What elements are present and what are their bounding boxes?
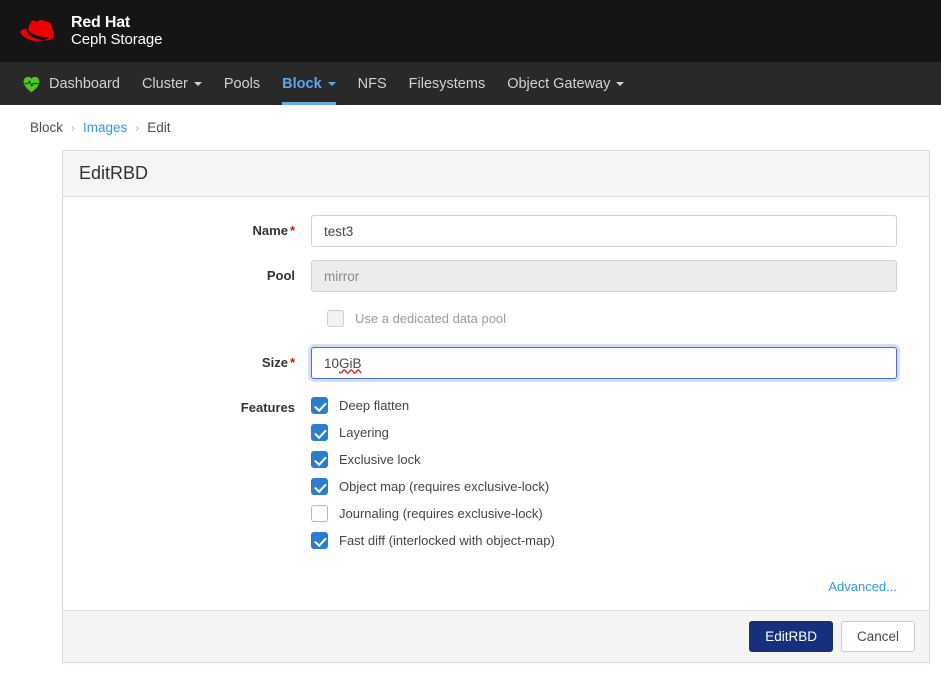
feature-row-exclusive-lock[interactable]: Exclusive lock (311, 446, 897, 473)
label-size: Size * (63, 347, 311, 370)
nav-item-cluster[interactable]: Cluster (131, 62, 213, 105)
card-header: EditRBD (63, 151, 929, 197)
edit-rbd-card: EditRBD Name* Pool Use a dedicated data … (62, 150, 930, 663)
nav-item-block[interactable]: Block (271, 62, 347, 105)
advanced-link-wrap: Advanced... (63, 567, 929, 598)
feature-label-journaling: Journaling (requires exclusive-lock) (339, 506, 543, 521)
pool-input (311, 260, 897, 292)
required-asterisk: * (289, 223, 295, 238)
form-row-name: Name * (63, 215, 929, 247)
nav-label-filesystems: Filesystems (408, 75, 486, 92)
primary-navigation: Dashboard Cluster Pools Block NFS Filesy… (0, 62, 941, 105)
form-row-pool: Pool (63, 260, 929, 292)
dedicated-data-pool-checkbox (327, 310, 344, 327)
feature-row-deep-flatten[interactable]: Deep flatten (311, 392, 897, 419)
feature-label-deep-flatten: Deep flatten (339, 398, 410, 413)
breadcrumb-item-block: Block (30, 120, 64, 135)
ceph-heartbeat-icon (22, 75, 41, 93)
feature-checkbox-layering (311, 424, 328, 441)
feature-label-fast-diff: Fast diff (interlocked with object-map) (339, 533, 555, 548)
feature-checkbox-object-map (311, 478, 328, 495)
size-input[interactable]: 10 GiB (311, 347, 897, 379)
dedicated-data-pool-checkbox-row[interactable]: Use a dedicated data pool (311, 305, 929, 332)
nav-item-filesystems[interactable]: Filesystems (398, 62, 497, 105)
cancel-button[interactable]: Cancel (840, 621, 915, 652)
label-name: Name * (63, 215, 311, 238)
feature-checkbox-exclusive-lock (311, 451, 328, 468)
name-input[interactable] (311, 215, 897, 247)
nav-item-dashboard[interactable]: Dashboard (16, 62, 131, 105)
brand-bar: Red Hat Ceph Storage (0, 0, 941, 62)
breadcrumb-separator: › (135, 120, 140, 135)
chevron-down-icon (193, 81, 202, 86)
feature-label-object-map: Object map (requires exclusive-lock) (339, 479, 550, 494)
feature-checkbox-journaling (311, 505, 328, 522)
size-input-value: 10 (324, 355, 340, 371)
nav-label-cluster: Cluster (141, 75, 188, 92)
breadcrumb-separator: › (71, 120, 76, 135)
breadcrumb: Block › Images › Edit (0, 105, 941, 150)
feature-label-layering: Layering (339, 425, 389, 440)
nav-label-block: Block (282, 75, 322, 92)
label-pool: Pool (266, 268, 295, 283)
feature-row-object-map[interactable]: Object map (requires exclusive-lock) (311, 473, 897, 500)
redhat-fedora-icon (20, 16, 62, 46)
nav-label-object-gateway: Object Gateway (507, 75, 611, 92)
nav-label-nfs: NFS (357, 75, 387, 92)
feature-row-layering[interactable]: Layering (311, 419, 897, 446)
nav-item-nfs[interactable]: NFS (347, 62, 398, 105)
breadcrumb-item-images[interactable]: Images (83, 120, 127, 135)
feature-label-exclusive-lock: Exclusive lock (339, 452, 421, 467)
nav-label-dashboard: Dashboard (49, 75, 120, 92)
feature-checkbox-fast-diff (311, 532, 328, 549)
size-input-unit: GiB (339, 355, 362, 371)
nav-label-pools: Pools (223, 75, 261, 92)
required-asterisk: * (289, 355, 295, 370)
advanced-link[interactable]: Advanced... (828, 579, 897, 594)
chevron-down-icon (616, 81, 625, 86)
label-size-text: Size (261, 355, 288, 370)
label-features: Features (240, 400, 295, 415)
card-body: Name* Pool Use a dedicated data pool Siz… (63, 197, 929, 610)
nav-item-object-gateway[interactable]: Object Gateway (496, 62, 635, 105)
form-row-size: Size * 10 GiB (63, 347, 929, 379)
form-row-dedicated-data-pool: Use a dedicated data pool (63, 305, 929, 332)
feature-checkbox-deep-flatten (311, 397, 328, 414)
feature-row-fast-diff[interactable]: Fast diff (interlocked with object-map) (311, 527, 897, 554)
page-title: EditRBD (79, 163, 149, 183)
form-row-features: Features Deep flatten Layering Exclusive… (63, 392, 929, 554)
breadcrumb-item-edit: Edit (147, 120, 171, 135)
brand-title-line1: Red Hat (71, 13, 131, 31)
brand-title-line2: Ceph Storage (71, 30, 163, 48)
label-name-text: Name (252, 223, 288, 238)
feature-row-journaling[interactable]: Journaling (requires exclusive-lock) (311, 500, 897, 527)
nav-item-pools[interactable]: Pools (213, 62, 271, 105)
chevron-down-icon (327, 81, 336, 86)
dedicated-data-pool-label: Use a dedicated data pool (355, 311, 507, 326)
brand-logo[interactable]: Red Hat Ceph Storage (20, 14, 162, 49)
submit-button[interactable]: EditRBD (749, 621, 833, 652)
card-footer: EditRBD Cancel (63, 610, 929, 662)
